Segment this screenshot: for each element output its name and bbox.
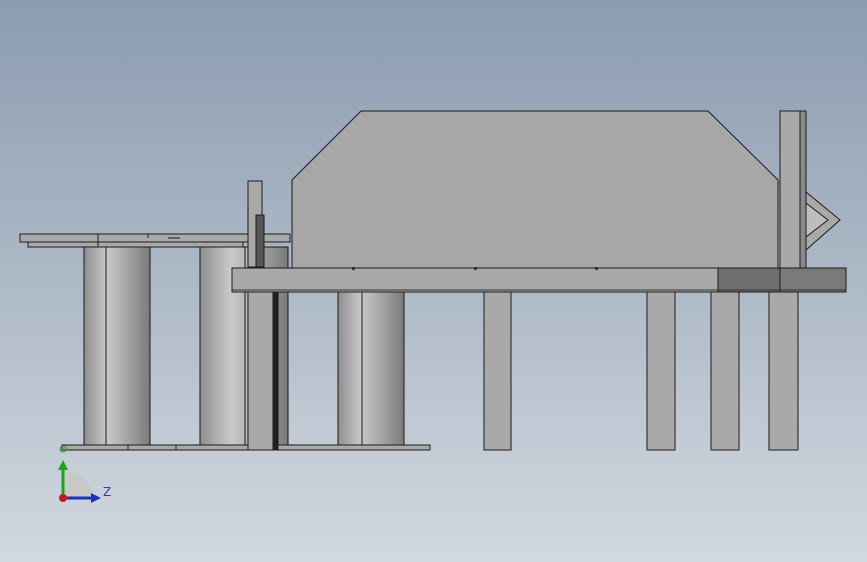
orientation-triad — [58, 445, 101, 503]
support-legs[interactable] — [483, 291, 799, 451]
model-view[interactable] — [0, 0, 867, 562]
bottom-base-plate[interactable] — [61, 444, 431, 451]
right-end-bracket[interactable] — [779, 110, 841, 270]
leg-3 — [710, 291, 740, 451]
roller-3 — [337, 291, 405, 450]
main-beam[interactable] — [231, 267, 847, 293]
roller-1 — [83, 246, 151, 450]
z-axis-label: Z — [103, 485, 112, 499]
leg-4 — [768, 291, 799, 451]
cad-viewport[interactable]: Z — [0, 0, 867, 562]
vertical-post[interactable] — [247, 180, 279, 451]
main-housing[interactable] — [291, 110, 779, 269]
leg-1 — [483, 291, 512, 451]
leg-2 — [646, 291, 676, 451]
x-axis-dot — [59, 494, 67, 502]
